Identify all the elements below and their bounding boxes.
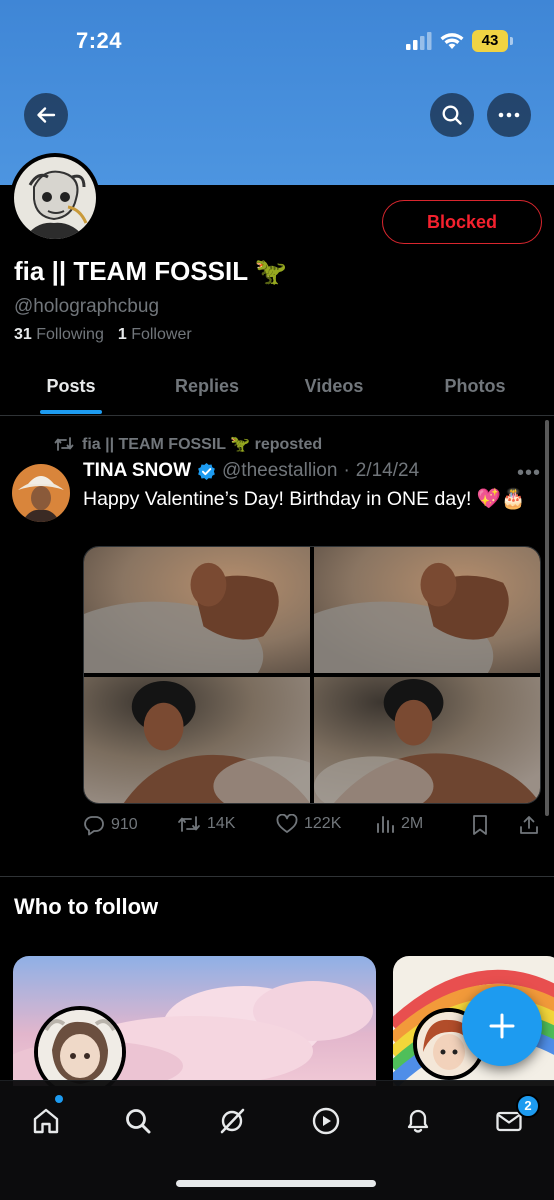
like-action[interactable]: 122K [276, 814, 341, 834]
nav-notifications[interactable] [396, 1101, 440, 1141]
nav-search[interactable] [116, 1101, 160, 1141]
repost-count: 14K [207, 815, 236, 832]
heart-icon [276, 814, 298, 833]
section-divider [0, 876, 554, 877]
nav-video[interactable] [304, 1101, 348, 1141]
follow-suggestion-card[interactable] [13, 956, 376, 1086]
compose-post-button[interactable] [462, 986, 542, 1066]
followers-link[interactable]: 1 Follower [118, 326, 192, 344]
repost-text: fia || TEAM FOSSIL 🦖 reposted [82, 436, 323, 453]
post-separator: · [343, 460, 350, 481]
nav-home[interactable] [24, 1101, 68, 1141]
messages-badge: 2 [516, 1094, 540, 1118]
post-author-avatar[interactable] [12, 464, 70, 522]
like-count: 122K [304, 815, 342, 832]
tab-videos[interactable]: Videos [272, 360, 396, 415]
profile-avatar[interactable] [10, 153, 100, 243]
blocked-button[interactable]: Blocked [382, 200, 542, 244]
post-photo-1[interactable] [84, 547, 310, 673]
video-icon [312, 1107, 340, 1135]
views-icon [377, 816, 394, 833]
reply-icon [84, 816, 104, 836]
status-icons: 43 [406, 30, 513, 52]
repost-indicator: fia || TEAM FOSSIL 🦖 reposted [54, 434, 322, 454]
tab-photos[interactable]: Photos [396, 360, 554, 415]
profile-handle: @holographcbug [14, 296, 160, 317]
repost-icon [54, 437, 74, 451]
post-actions: 910 14K 122K 2M [83, 814, 543, 842]
home-indicator[interactable] [176, 1180, 376, 1187]
who-to-follow-title: Who to follow [14, 894, 159, 919]
profile-display-name: fia || TEAM FOSSIL 🦖 [14, 256, 288, 286]
search-icon [126, 1109, 151, 1134]
plus-icon [489, 1013, 515, 1039]
profile-tabs: Posts Replies Videos Photos [0, 360, 554, 416]
back-button[interactable] [24, 93, 68, 137]
post-date: 2/14/24 [355, 460, 420, 481]
post-photo-4[interactable] [314, 677, 540, 803]
post-author-handle[interactable]: @theestallion [222, 460, 337, 482]
search-icon [442, 105, 462, 125]
reply-count: 910 [111, 816, 138, 833]
tab-posts[interactable]: Posts [0, 360, 142, 415]
post-header: TINA SNOW @theestallion · 2/14/24 [83, 460, 419, 482]
follow-stats: 31 Following 1 Follower [14, 326, 192, 344]
bookmark-icon [473, 815, 487, 835]
bookmark-action[interactable] [471, 814, 489, 836]
home-unread-dot [55, 1095, 63, 1103]
arrow-left-icon [37, 107, 56, 123]
share-action[interactable] [518, 814, 540, 836]
battery-indicator: 43 [472, 30, 513, 52]
repost-icon [178, 816, 200, 832]
verified-badge-icon [198, 462, 215, 480]
home-icon [33, 1108, 59, 1134]
cellular-signal-icon [406, 32, 432, 50]
scrollbar-thumb[interactable] [545, 420, 549, 816]
post-more-icon[interactable]: ••• [517, 462, 541, 485]
share-icon [520, 816, 538, 834]
grok-icon [220, 1108, 245, 1134]
post-text: Happy Valentine’s Day! Birthday in ONE d… [83, 488, 526, 510]
search-button[interactable] [430, 93, 474, 137]
following-link[interactable]: 31 Following [14, 326, 104, 344]
repost-action[interactable]: 14K [177, 814, 235, 834]
post-author-name[interactable]: TINA SNOW [83, 460, 191, 482]
notifications-icon [407, 1109, 429, 1133]
post-photo-2[interactable] [314, 547, 540, 673]
tab-replies[interactable]: Replies [142, 360, 272, 415]
wifi-icon [440, 33, 464, 49]
avatar-image [14, 157, 96, 239]
views-action[interactable]: 2M [375, 814, 423, 834]
more-horizontal-icon [498, 112, 520, 118]
nav-grok[interactable] [210, 1101, 254, 1141]
more-button[interactable] [487, 93, 531, 137]
post-media-grid[interactable] [83, 546, 541, 804]
views-count: 2M [401, 815, 424, 832]
reply-action[interactable]: 910 [83, 814, 138, 836]
status-time: 7:24 [76, 28, 123, 53]
post-photo-3[interactable] [84, 677, 310, 803]
